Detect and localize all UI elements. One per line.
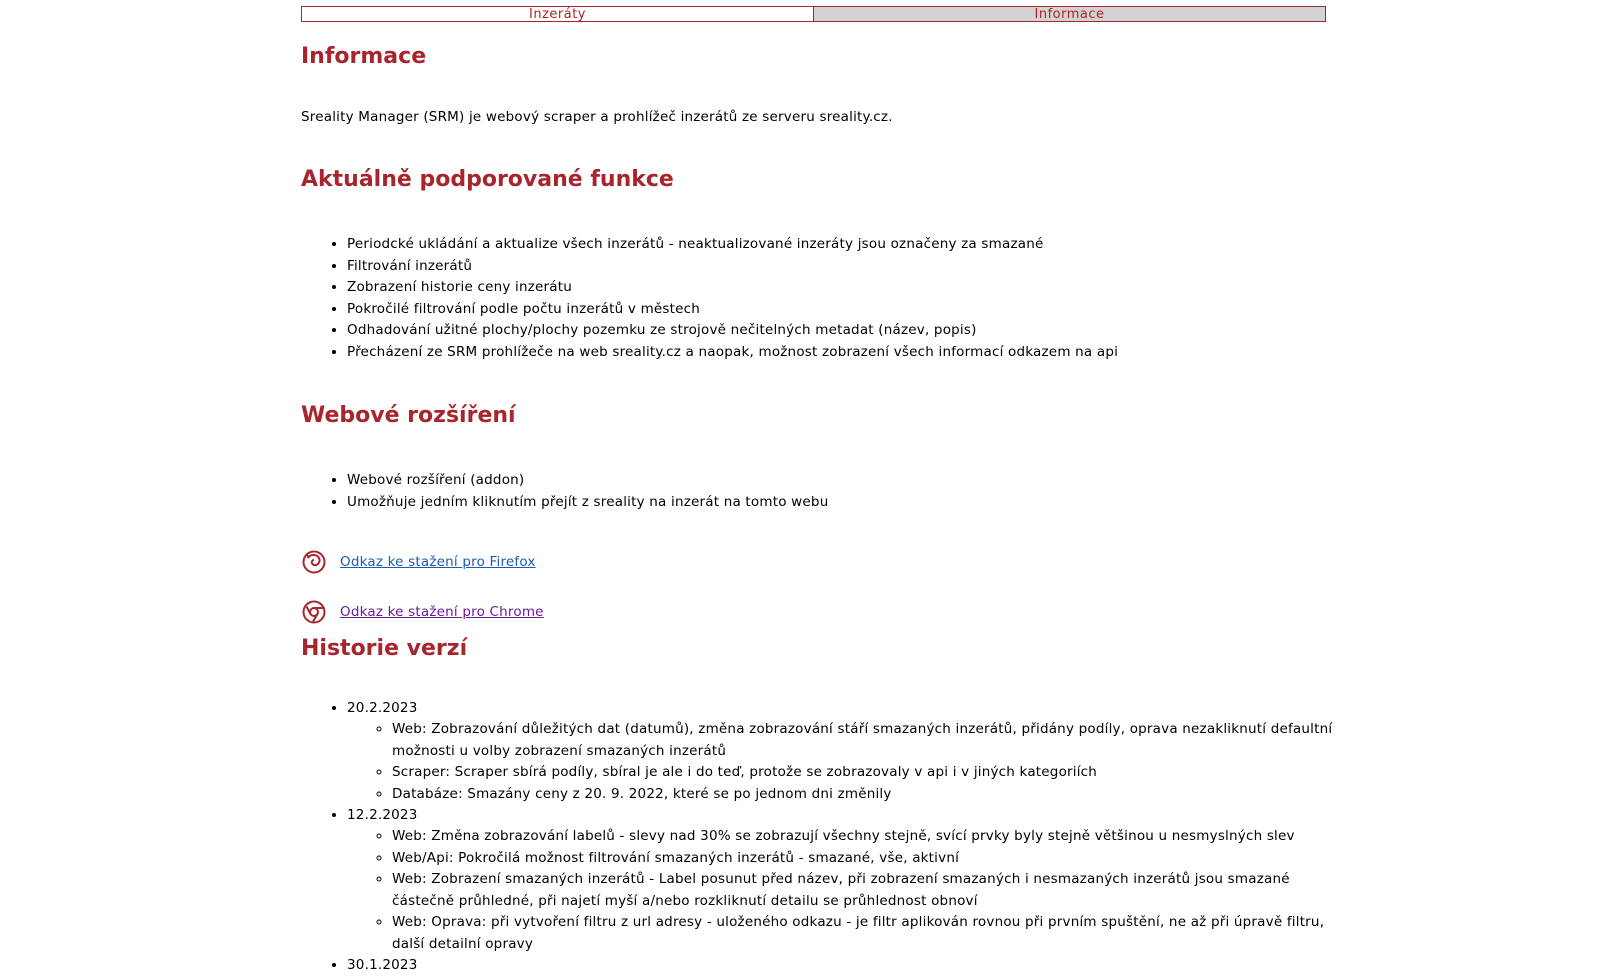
- change-list: Web: Zobrazování důležitých dat (datumů)…: [347, 719, 1347, 805]
- change-item: Databáze: Smazány ceny z 20. 9. 2022, kt…: [392, 784, 1347, 806]
- version-date: 30.1.2023: [347, 957, 418, 973]
- tab-inzeraty[interactable]: Inzeráty: [302, 7, 813, 22]
- tab-informace[interactable]: Informace: [813, 7, 1325, 22]
- list-item: Webové rozšíření (addon): [347, 470, 828, 492]
- change-item: Web/Api: Pokročilá možnost filtrování sm…: [392, 848, 1347, 870]
- version-date: 12.2.2023: [347, 807, 418, 823]
- list-item: Filtrování inzerátů: [347, 256, 1118, 278]
- firefox-download-link[interactable]: Odkaz ke stažení pro Firefox: [340, 554, 536, 570]
- features-heading: Aktuálně podporované funkce: [301, 167, 674, 192]
- version-date: 20.2.2023: [347, 700, 418, 716]
- change-item: Web: Změna zobrazování labelů - slevy na…: [392, 826, 1347, 848]
- intro-text: Sreality Manager (SRM) je webový scraper…: [301, 109, 893, 125]
- history-heading: Historie verzí: [301, 636, 468, 661]
- page-title: Informace: [301, 44, 427, 69]
- features-list: Periodcké ukládání a aktualize všech inz…: [301, 234, 1118, 363]
- extension-list: Webové rozšíření (addon) Umožňuje jedním…: [301, 470, 828, 513]
- firefox-icon: [302, 550, 326, 574]
- extension-heading: Webové rozšíření: [301, 403, 516, 428]
- list-item: Periodcké ukládání a aktualize všech inz…: [347, 234, 1118, 256]
- tab-bar: Inzeráty Informace: [301, 6, 1326, 22]
- version-item: 20.2.2023 Web: Zobrazování důležitých da…: [347, 698, 1347, 805]
- change-item: Web: Oprava: při vytvoření filtru z url …: [392, 912, 1347, 955]
- list-item: Přecházení ze SRM prohlížeče na web srea…: [347, 342, 1118, 364]
- list-item: Odhadování užitné plochy/plochy pozemku …: [347, 320, 1118, 342]
- change-item: Web: Zobrazování důležitých dat (datumů)…: [392, 719, 1347, 762]
- chrome-download-link[interactable]: Odkaz ke stažení pro Chrome: [340, 604, 544, 620]
- change-item: Web: Zobrazení smazaných inzerátů - Labe…: [392, 869, 1347, 912]
- list-item: Umožňuje jedním kliknutím přejít z sreal…: [347, 492, 828, 514]
- version-list: 20.2.2023 Web: Zobrazování důležitých da…: [301, 698, 1347, 976]
- list-item: Zobrazení historie ceny inzerátu: [347, 277, 1118, 299]
- chrome-download: Odkaz ke stažení pro Chrome: [301, 598, 544, 626]
- list-item: Pokročilé filtrování podle počtu inzerát…: [347, 299, 1118, 321]
- change-list: Web: Změna zobrazování labelů - slevy na…: [347, 826, 1347, 955]
- change-item: Scraper: Scraper sbírá podíly, sbíral je…: [392, 762, 1347, 784]
- page: Inzeráty Informace Informace Sreality Ma…: [301, 6, 1332, 973]
- chrome-icon: [302, 600, 326, 624]
- version-item: 12.2.2023 Web: Změna zobrazování labelů …: [347, 805, 1347, 955]
- version-item: 30.1.2023: [347, 955, 1347, 976]
- firefox-download: Odkaz ke stažení pro Firefox: [301, 548, 536, 576]
